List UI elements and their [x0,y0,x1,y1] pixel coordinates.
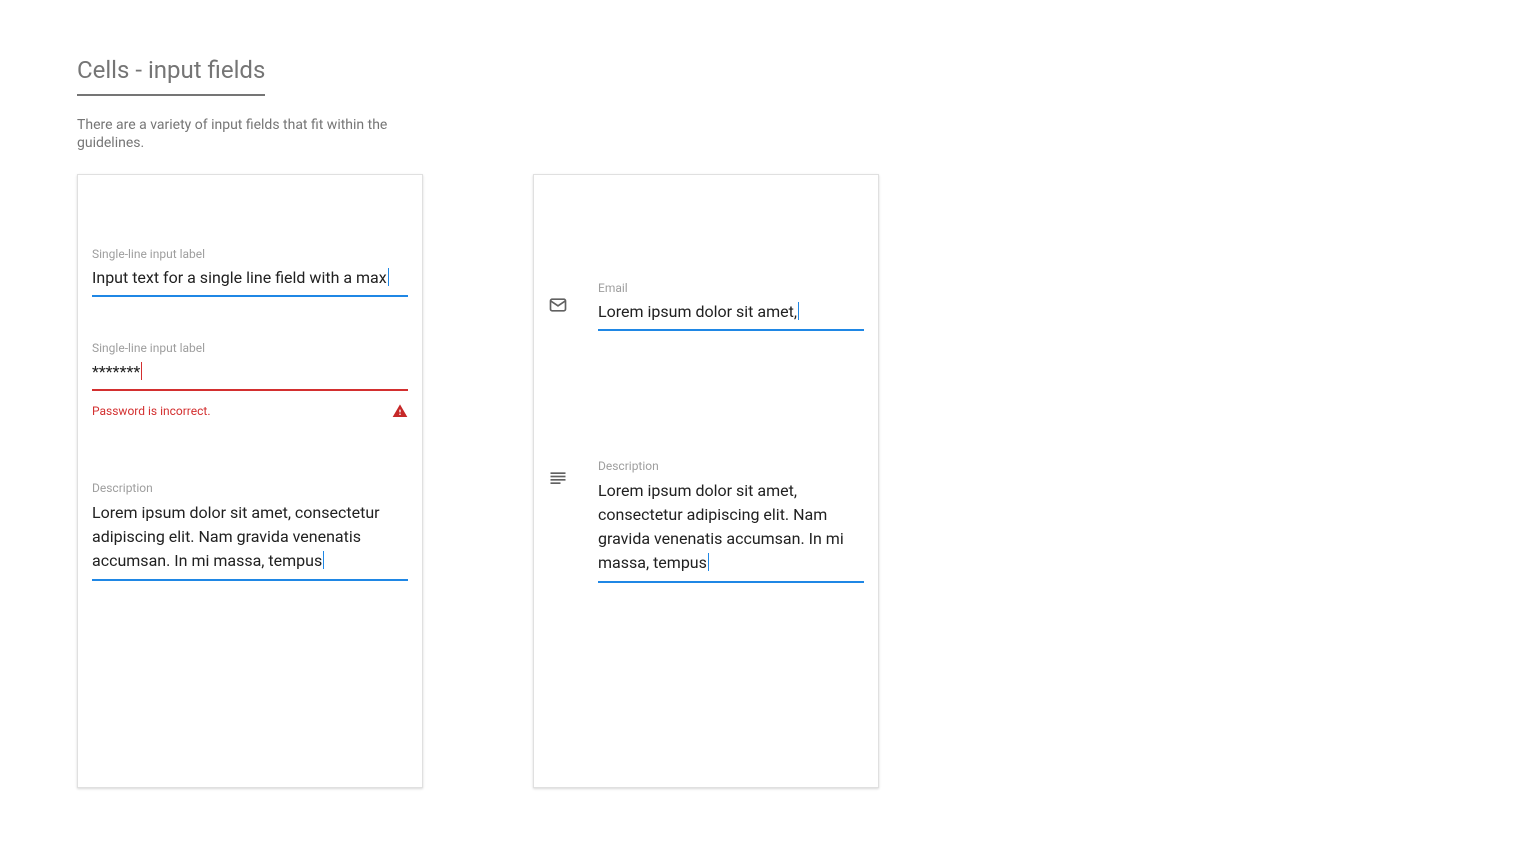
single-line-field: Single-line input label Input text for a… [92,247,408,297]
page-title: Cells - input fields [77,56,265,96]
single-line-input[interactable]: Input text for a single line field with … [92,267,408,297]
description-value-2: Lorem ipsum dolor sit amet, consectetur … [598,481,844,572]
text-caret [708,553,709,571]
cards-row: Single-line input label Input text for a… [77,174,1518,788]
spacer [92,463,408,481]
description-input-2[interactable]: Lorem ipsum dolor sit amet, consectetur … [598,479,864,583]
description-field-row: Description Lorem ipsum dolor sit amet, … [548,459,864,583]
password-value: ******* [92,362,142,381]
description-input[interactable]: Lorem ipsum dolor sit amet, consectetur … [92,501,408,581]
password-error-text: Password is incorrect. [92,404,211,418]
text-lines-icon [548,469,572,493]
text-caret [798,302,799,320]
password-input[interactable]: ******* [92,361,408,391]
password-label: Single-line input label [92,341,408,355]
description-field: Description Lorem ipsum dolor sit amet, … [92,481,408,581]
email-field-row: Email Lorem ipsum dolor sit amet, [548,281,864,331]
single-line-label: Single-line input label [92,247,408,261]
description-field-2: Description Lorem ipsum dolor sit amet, … [598,459,864,583]
mail-icon [548,295,572,319]
page-root: Cells - input fields There are a variety… [0,0,1518,788]
single-line-value: Input text for a single line field with … [92,268,389,287]
email-input[interactable]: Lorem ipsum dolor sit amet, [598,301,864,331]
description-label: Description [92,481,408,495]
card-icon-inputs: Email Lorem ipsum dolor sit amet, [533,174,879,788]
text-caret [388,268,389,286]
page-intro: There are a variety of input fields that… [77,116,407,152]
warning-icon [392,403,408,419]
description-value: Lorem ipsum dolor sit amet, consectetur … [92,503,380,570]
email-label: Email [598,281,864,295]
spacer [548,247,864,281]
email-value: Lorem ipsum dolor sit amet, [598,302,799,321]
text-caret [323,551,324,569]
password-error-row: Password is incorrect. [92,403,408,419]
email-field: Email Lorem ipsum dolor sit amet, [598,281,864,331]
description-label-2: Description [598,459,864,473]
card-basic-inputs: Single-line input label Input text for a… [77,174,423,788]
password-field: Single-line input label ******* Password… [92,341,408,419]
spacer [548,331,864,459]
text-caret [141,362,142,380]
